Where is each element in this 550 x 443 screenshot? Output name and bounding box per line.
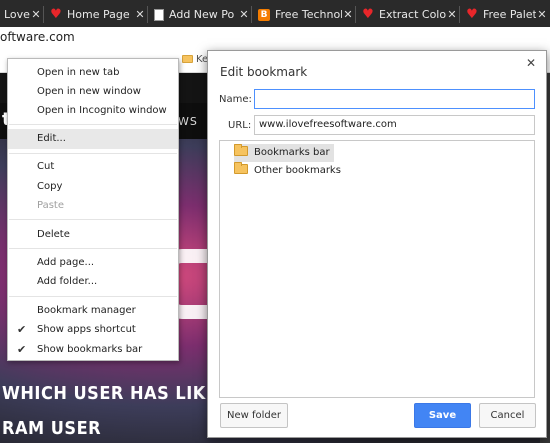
folder-icon	[234, 162, 248, 174]
menu-item-open-incognito[interactable]: Open in Incognito window	[8, 101, 178, 121]
menu-item-label: Add page...	[37, 257, 95, 268]
cancel-button[interactable]: Cancel	[479, 403, 536, 428]
menu-separator	[9, 219, 177, 220]
menu-item-edit[interactable]: Edit...	[8, 129, 178, 149]
name-label: Name:	[219, 94, 252, 105]
tab-title: Love	[4, 8, 30, 21]
tab-title: Add New Po	[169, 8, 235, 21]
heart-favicon-icon: ♥	[50, 6, 62, 22]
menu-item-open-new-window[interactable]: Open in new window	[8, 82, 178, 102]
url-label: URL:	[228, 120, 252, 131]
folder-open-icon	[234, 144, 248, 156]
folder-label: Bookmarks bar	[254, 147, 330, 158]
menu-item-paste: Paste	[8, 196, 178, 216]
heart-favicon-icon: ♥	[466, 6, 478, 22]
checkmark-icon: ✔	[17, 323, 27, 336]
menu-item-label: Delete	[37, 229, 70, 240]
folder-item-bookmarks-bar[interactable]: Bookmarks bar	[234, 144, 334, 162]
name-field[interactable]	[254, 89, 535, 109]
tab-title: Free Technol	[275, 8, 342, 21]
folder-label: Other bookmarks	[254, 165, 341, 176]
new-folder-button[interactable]: New folder	[220, 403, 288, 428]
document-favicon-icon	[154, 8, 164, 21]
edit-bookmark-dialog: Edit bookmark ✕ Name: URL: www.ilovefree…	[207, 50, 547, 438]
menu-item-show-bookmarks-bar[interactable]: ✔ Show bookmarks bar	[8, 340, 178, 360]
menu-item-label: Open in new tab	[37, 67, 120, 78]
url-field[interactable]: www.ilovefreesoftware.com	[254, 115, 535, 135]
menu-separator	[9, 153, 177, 154]
address-url[interactable]: oftware.com	[0, 30, 75, 44]
menu-separator	[9, 296, 177, 297]
dialog-title: Edit bookmark	[220, 65, 308, 79]
tab-close-icon[interactable]: ✕	[536, 8, 548, 21]
menu-item-label: Paste	[37, 200, 64, 211]
menu-item-label: Bookmark manager	[37, 305, 136, 316]
save-button[interactable]: Save	[414, 403, 471, 428]
menu-item-show-apps-shortcut[interactable]: ✔ Show apps shortcut	[8, 320, 178, 340]
tab-close-icon[interactable]: ✕	[238, 8, 250, 21]
tab-close-icon[interactable]: ✕	[342, 8, 354, 21]
tab-title: Extract Colo	[379, 8, 446, 21]
tab-strip: Love ✕ ♥ Home Page ✕ Add New Po ✕ B Free…	[0, 0, 550, 27]
tab-home-page[interactable]: ♥ Home Page ✕	[44, 2, 148, 27]
menu-separator	[9, 124, 177, 125]
menu-item-delete[interactable]: Delete	[8, 225, 178, 245]
tab-close-icon[interactable]: ✕	[446, 8, 458, 21]
tab-love[interactable]: Love ✕	[0, 2, 44, 27]
tab-free-technology[interactable]: B Free Technol ✕	[252, 2, 356, 27]
menu-item-label: Show apps shortcut	[37, 324, 136, 335]
blogger-favicon-icon: B	[258, 8, 270, 21]
checkmark-icon: ✔	[17, 343, 27, 356]
address-bar[interactable]: oftware.com	[0, 27, 550, 49]
tab-add-new-post[interactable]: Add New Po ✕	[148, 2, 252, 27]
menu-item-label: Copy	[37, 181, 63, 192]
menu-item-bookmark-manager[interactable]: Bookmark manager	[8, 301, 178, 321]
menu-item-label: Edit...	[37, 133, 66, 144]
tab-close-icon[interactable]: ✕	[134, 8, 146, 21]
menu-item-copy[interactable]: Copy	[8, 177, 178, 197]
tab-free-palette[interactable]: ♥ Free Palette ✕	[460, 2, 550, 27]
folder-item-other-bookmarks[interactable]: Other bookmarks	[234, 162, 345, 180]
menu-item-label: Add folder...	[37, 276, 98, 287]
bookmark-context-menu: Open in new tab Open in new window Open …	[7, 58, 179, 361]
menu-item-cut[interactable]: Cut	[8, 157, 178, 177]
article-headline-line2[interactable]: RAM USER	[2, 418, 101, 439]
folder-icon	[182, 55, 193, 63]
tab-title: Free Palette	[483, 8, 536, 21]
menu-item-label: Cut	[37, 161, 55, 172]
menu-item-add-folder[interactable]: Add folder...	[8, 272, 178, 292]
menu-item-add-page[interactable]: Add page...	[8, 253, 178, 273]
menu-item-label: Open in new window	[37, 86, 141, 97]
tab-title: Home Page	[67, 8, 130, 21]
menu-item-open-new-tab[interactable]: Open in new tab	[8, 63, 178, 83]
nav-link-news[interactable]: WS	[178, 115, 198, 128]
folder-tree: Bookmarks bar Other bookmarks	[219, 140, 535, 398]
tab-extract-colors[interactable]: ♥ Extract Colo ✕	[356, 2, 460, 27]
menu-item-label: Open in Incognito window	[37, 105, 167, 116]
menu-item-label: Show bookmarks bar	[37, 344, 143, 355]
tab-close-icon[interactable]: ✕	[30, 8, 42, 21]
menu-separator	[9, 248, 177, 249]
heart-favicon-icon: ♥	[362, 6, 374, 22]
close-icon[interactable]: ✕	[524, 56, 538, 70]
